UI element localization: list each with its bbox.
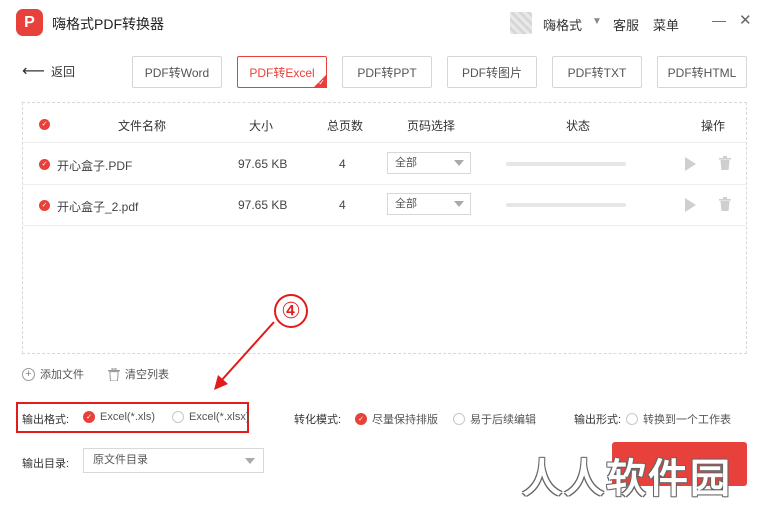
- menu-button[interactable]: 菜单: [653, 15, 679, 34]
- radio-checked-icon: ✓: [355, 413, 367, 425]
- chevron-down-icon: [245, 458, 255, 464]
- watermark: 人人软件园: [522, 456, 732, 502]
- file-name: 开心盒子.PDF: [57, 159, 133, 173]
- radio-checked-icon: ✓: [83, 411, 95, 423]
- add-file-button[interactable]: + 添加文件: [22, 366, 84, 382]
- chevron-down-icon: [454, 201, 464, 207]
- plus-circle-icon: +: [22, 367, 35, 381]
- mode-easy-edit-label: 易于后续编辑: [470, 414, 536, 426]
- radio-unchecked-icon: [172, 411, 184, 423]
- output-dir-select[interactable]: 原文件目录: [83, 448, 264, 473]
- single-sheet-label: 转换到一个工作表: [643, 414, 731, 426]
- header-file-name: 文件名称: [118, 119, 167, 133]
- tab-pdf-to-ppt[interactable]: PDF转PPT: [342, 56, 432, 88]
- annotation-arrow-icon: [214, 321, 275, 390]
- file-name: 开心盒子_2.pdf: [57, 200, 139, 214]
- back-button[interactable]: ⟵ 返回: [22, 63, 75, 80]
- add-file-label: 添加文件: [40, 369, 84, 381]
- tab-pdf-to-txt[interactable]: PDF转TXT: [552, 56, 642, 88]
- file-table: ✓ 文件名称 大小 总页数 页码选择 状态 操作 ✓ 开心盒子.PDF 97.6…: [22, 102, 747, 354]
- minimize-icon[interactable]: —: [712, 12, 726, 28]
- tab-label: PDF转图片: [461, 65, 522, 80]
- format-xlsx-radio[interactable]: Excel(*.xlsx): [172, 411, 250, 423]
- play-icon[interactable]: [685, 198, 696, 212]
- app-window: P 嗨格式PDF转换器 嗨格式 ▼ 客服 菜单 — ✕ ⟵ 返回 PDF转Wor…: [0, 0, 768, 508]
- row-checkbox[interactable]: ✓: [39, 200, 50, 211]
- tab-pdf-to-word[interactable]: PDF转Word: [132, 56, 222, 88]
- single-sheet-option[interactable]: 转换到一个工作表: [626, 411, 731, 427]
- check-icon: ✓: [318, 78, 325, 87]
- clear-list-button[interactable]: 清空列表: [108, 366, 169, 382]
- conversion-mode-label: 转化模式:: [294, 414, 342, 426]
- app-title: 嗨格式PDF转换器: [52, 16, 164, 32]
- header-page-range: 页码选择: [407, 119, 456, 133]
- user-dropdown-caret-icon[interactable]: ▼: [592, 16, 602, 27]
- page-range-select[interactable]: 全部: [387, 152, 471, 174]
- trash-icon[interactable]: [719, 156, 731, 170]
- select-all-checkbox[interactable]: ✓: [39, 119, 50, 130]
- output-form-label: 输出形式:: [574, 414, 622, 426]
- page-range-value: 全部: [395, 157, 417, 169]
- radio-unchecked-icon: [453, 413, 465, 425]
- tab-pdf-to-excel[interactable]: PDF转Excel ✓: [237, 56, 327, 88]
- tab-label: PDF转Excel: [249, 65, 315, 80]
- tab-pdf-to-image[interactable]: PDF转图片: [447, 56, 537, 88]
- header-size: 大小: [249, 119, 274, 133]
- customer-service-button[interactable]: 客服: [613, 15, 639, 34]
- file-size: 97.65 KB: [238, 198, 288, 212]
- output-dir-value: 原文件目录: [93, 454, 148, 466]
- page-range-select[interactable]: 全部: [387, 193, 471, 215]
- trash-icon[interactable]: [719, 197, 731, 211]
- format-xls-label: Excel(*.xls): [100, 411, 156, 423]
- header-status: 状态: [566, 119, 591, 133]
- mode-easy-edit-radio[interactable]: 易于后续编辑: [453, 411, 536, 427]
- conversion-progress: [506, 162, 626, 166]
- row-checkbox[interactable]: ✓: [39, 159, 50, 170]
- chevron-down-icon: [454, 160, 464, 166]
- user-name[interactable]: 嗨格式: [543, 15, 582, 34]
- header-action: 操作: [701, 119, 726, 133]
- mode-keep-layout-radio[interactable]: ✓ 尽量保持排版: [355, 411, 438, 427]
- tab-label: PDF转TXT: [567, 65, 627, 80]
- header-pages: 总页数: [327, 119, 364, 133]
- tab-label: PDF转HTML: [667, 65, 737, 80]
- play-icon[interactable]: [685, 157, 696, 171]
- tab-label: PDF转PPT: [357, 65, 417, 80]
- back-arrow-icon: ⟵: [22, 62, 45, 80]
- trash-icon: [108, 367, 120, 381]
- table-row: ✓ 开心盒子.PDF 97.65 KB 4 全部: [23, 144, 746, 185]
- close-icon[interactable]: ✕: [739, 11, 752, 29]
- radio-unchecked-icon: [626, 413, 638, 425]
- title-bar: P 嗨格式PDF转换器 嗨格式 ▼ 客服 菜单 — ✕: [0, 0, 768, 44]
- file-size: 97.65 KB: [238, 157, 288, 171]
- user-avatar[interactable]: [510, 12, 532, 34]
- tab-pdf-to-html[interactable]: PDF转HTML: [657, 56, 747, 88]
- page-count: 4: [339, 157, 346, 171]
- page-count: 4: [339, 198, 346, 212]
- table-header: ✓ 文件名称 大小 总页数 页码选择 状态 操作: [23, 103, 746, 143]
- output-dir-label: 输出目录:: [22, 458, 70, 470]
- format-xls-radio[interactable]: ✓ Excel(*.xls): [83, 411, 155, 423]
- clear-list-label: 清空列表: [125, 369, 169, 381]
- mode-keep-layout-label: 尽量保持排版: [372, 414, 438, 426]
- output-format-label: 输出格式:: [22, 414, 70, 426]
- page-range-value: 全部: [395, 198, 417, 210]
- back-label: 返回: [50, 65, 75, 79]
- app-logo-icon: P: [16, 9, 43, 36]
- tab-label: PDF转Word: [144, 65, 210, 80]
- table-row: ✓ 开心盒子_2.pdf 97.65 KB 4 全部: [23, 185, 746, 226]
- conversion-progress: [506, 203, 626, 207]
- format-xlsx-label: Excel(*.xlsx): [189, 411, 250, 423]
